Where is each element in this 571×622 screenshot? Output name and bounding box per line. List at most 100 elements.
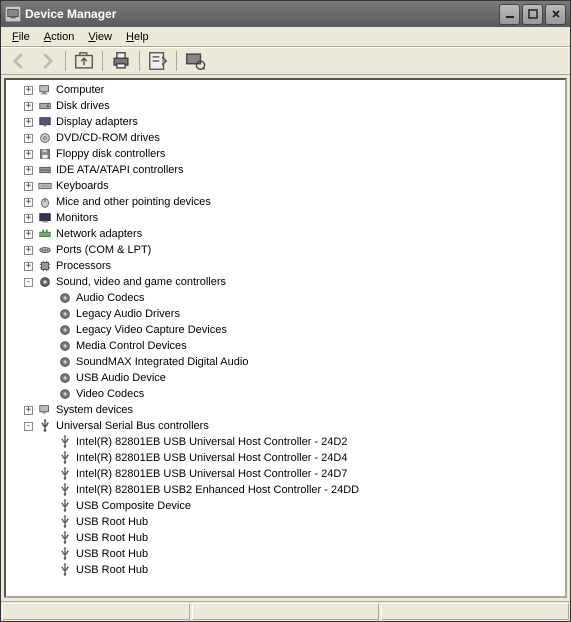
expand-button[interactable]: +	[24, 102, 33, 111]
menu-help[interactable]: Help	[119, 29, 156, 45]
usb-icon	[37, 418, 53, 434]
tree-node-label: Processors	[56, 260, 111, 272]
tree-node-label: USB Root Hub	[76, 532, 148, 544]
tree-node-label: Video Codecs	[76, 388, 144, 400]
scan-hardware-button[interactable]	[183, 50, 207, 72]
tree-node-label: Intel(R) 82801EB USB Universal Host Cont…	[76, 436, 347, 448]
expand-button[interactable]: +	[24, 230, 33, 239]
tree-node-label: Universal Serial Bus controllers	[56, 420, 209, 432]
toolbar-separator	[65, 51, 66, 71]
tree-node[interactable]: USB Root Hub	[6, 546, 563, 562]
expand-button[interactable]: +	[24, 262, 33, 271]
tree-node[interactable]: SoundMAX Integrated Digital Audio	[6, 354, 563, 370]
tree-node[interactable]: +DVD/CD-ROM drives	[6, 130, 563, 146]
close-button[interactable]	[545, 4, 566, 25]
tree-node-label: Monitors	[56, 212, 98, 224]
print-button[interactable]	[109, 50, 133, 72]
tree-node-label: Intel(R) 82801EB USB Universal Host Cont…	[76, 452, 347, 464]
titlebar[interactable]: Device Manager	[1, 1, 570, 27]
usb-dev-icon	[57, 434, 73, 450]
tree-node-label: Computer	[56, 84, 104, 96]
tree-node-label: Legacy Video Capture Devices	[76, 324, 227, 336]
tree-node[interactable]: +Mice and other pointing devices	[6, 194, 563, 210]
expand-button[interactable]: +	[24, 150, 33, 159]
usb-dev-icon	[57, 530, 73, 546]
usb-dev-icon	[57, 514, 73, 530]
usb-dev-icon	[57, 498, 73, 514]
expand-button[interactable]: +	[24, 182, 33, 191]
menu-view[interactable]: View	[81, 29, 119, 45]
expand-button[interactable]: +	[24, 246, 33, 255]
network-icon	[37, 226, 53, 242]
expand-button[interactable]: +	[24, 86, 33, 95]
tree-node[interactable]: +Floppy disk controllers	[6, 146, 563, 162]
expand-button[interactable]: +	[24, 198, 33, 207]
status-cell	[192, 603, 380, 620]
toolbar-separator	[102, 51, 103, 71]
tree-node[interactable]: USB Root Hub	[6, 530, 563, 546]
window-title: Device Manager	[25, 7, 499, 21]
tree-node[interactable]: - Sound, video and game controllers	[6, 274, 563, 290]
tree-node[interactable]: + Disk drives	[6, 98, 563, 114]
tree-node[interactable]: + Processors	[6, 258, 563, 274]
up-button[interactable]	[72, 50, 96, 72]
dvd-icon	[37, 130, 53, 146]
computer-icon	[37, 82, 53, 98]
collapse-button[interactable]: -	[24, 422, 33, 431]
device-tree[interactable]: + Computer + Disk drives +Display adapters+D…	[4, 78, 567, 598]
usb-dev-icon	[57, 450, 73, 466]
system-icon	[37, 402, 53, 418]
expand-button[interactable]: +	[24, 406, 33, 415]
tree-node[interactable]: + Computer	[6, 82, 563, 98]
properties-button[interactable]	[146, 50, 170, 72]
tree-node[interactable]: Intel(R) 82801EB USB2 Enhanced Host Cont…	[6, 482, 563, 498]
ports-icon	[37, 242, 53, 258]
tree-node[interactable]: + Keyboards	[6, 178, 563, 194]
device-manager-window: Device Manager File Action View Help	[0, 0, 571, 622]
tree-node-label: Sound, video and game controllers	[56, 276, 226, 288]
tree-node[interactable]: +Display adapters	[6, 114, 563, 130]
tree-node-label: Disk drives	[56, 100, 110, 112]
expand-button[interactable]: +	[24, 214, 33, 223]
back-button	[7, 50, 31, 72]
tree-node[interactable]: Legacy Video Capture Devices	[6, 322, 563, 338]
tree-node-label: System devices	[56, 404, 133, 416]
toolbar	[1, 47, 570, 75]
tree-node[interactable]: +Ports (COM & LPT)	[6, 242, 563, 258]
tree-node[interactable]: USB Root Hub	[6, 562, 563, 578]
tree-node[interactable]: USB Composite Device	[6, 498, 563, 514]
usb-dev-icon	[57, 482, 73, 498]
tree-node[interactable]: Media Control Devices	[6, 338, 563, 354]
tree-node-label: Audio Codecs	[76, 292, 145, 304]
tree-node[interactable]: Audio Codecs	[6, 290, 563, 306]
usb-dev-icon	[57, 562, 73, 578]
maximize-button[interactable]	[522, 4, 543, 25]
tree-node[interactable]: +IDE ATA/ATAPI controllers	[6, 162, 563, 178]
tree-node[interactable]: Video Codecs	[6, 386, 563, 402]
tree-node[interactable]: Legacy Audio Drivers	[6, 306, 563, 322]
tree-node-label: USB Root Hub	[76, 564, 148, 576]
usb-dev-icon	[57, 466, 73, 482]
tree-node[interactable]: Intel(R) 82801EB USB Universal Host Cont…	[6, 450, 563, 466]
tree-node[interactable]: USB Root Hub	[6, 514, 563, 530]
tree-node[interactable]: + Monitors	[6, 210, 563, 226]
tree-node[interactable]: +Network adapters	[6, 226, 563, 242]
window-controls	[499, 4, 566, 25]
tree-node[interactable]: USB Audio Device	[6, 370, 563, 386]
tree-node[interactable]: - Universal Serial Bus controllers	[6, 418, 563, 434]
tree-node[interactable]: Intel(R) 82801EB USB Universal Host Cont…	[6, 434, 563, 450]
collapse-button[interactable]: -	[24, 278, 33, 287]
tree-node[interactable]: + System devices	[6, 402, 563, 418]
tree-node[interactable]: Intel(R) 82801EB USB Universal Host Cont…	[6, 466, 563, 482]
sound-dev-icon	[57, 386, 73, 402]
expand-button[interactable]: +	[24, 134, 33, 143]
menu-action[interactable]: Action	[37, 29, 82, 45]
tree-node-label: Legacy Audio Drivers	[76, 308, 180, 320]
tree-node-label: Keyboards	[56, 180, 109, 192]
menu-file[interactable]: File	[5, 29, 37, 45]
expand-button[interactable]: +	[24, 166, 33, 175]
expand-button[interactable]: +	[24, 118, 33, 127]
minimize-button[interactable]	[499, 4, 520, 25]
sound-dev-icon	[57, 322, 73, 338]
tree-node-label: USB Composite Device	[76, 500, 191, 512]
